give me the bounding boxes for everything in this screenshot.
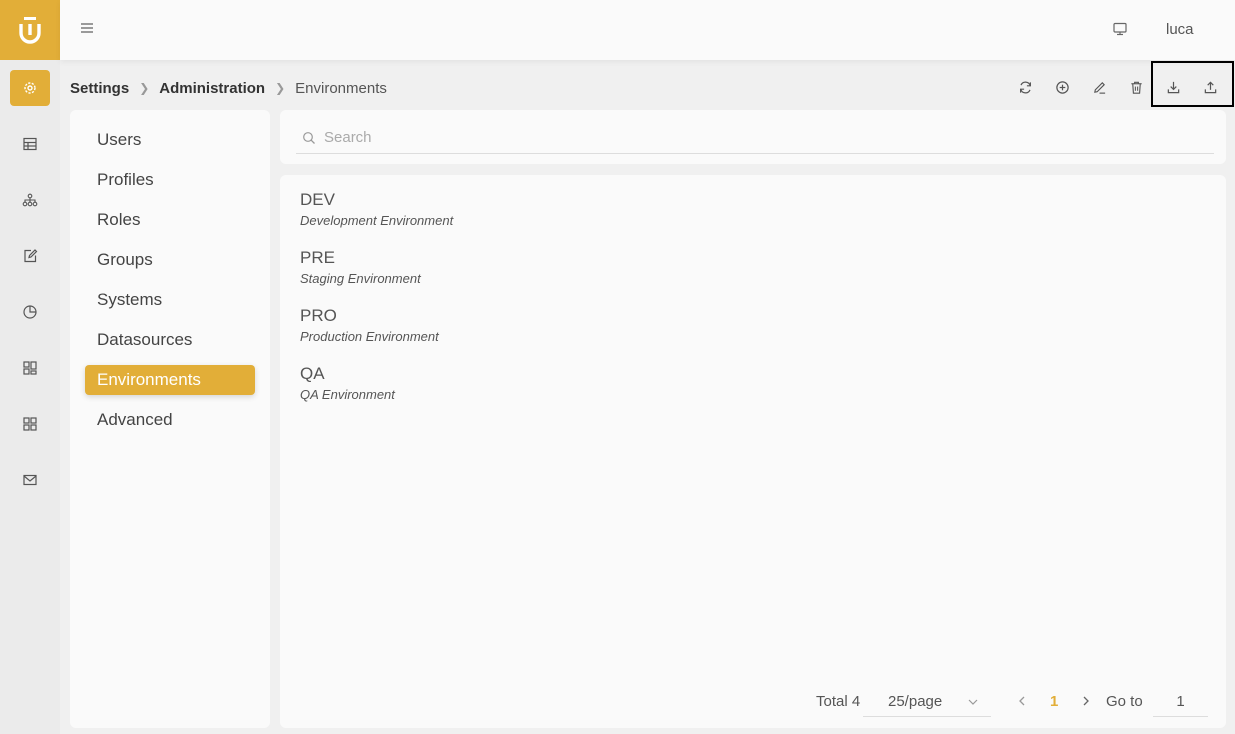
chevron-right-icon: ❯ bbox=[275, 81, 286, 95]
environments-list: DEV Development Environment PRE Staging … bbox=[280, 175, 1226, 728]
pagination: Total 4 25/page 1 Go to bbox=[280, 687, 1226, 717]
list-item[interactable]: QA QA Environment bbox=[300, 363, 700, 402]
list-item[interactable]: DEV Development Environment bbox=[300, 189, 700, 228]
environment-name: DEV bbox=[300, 190, 335, 209]
refresh-icon bbox=[1019, 81, 1031, 93]
monitor-icon[interactable] bbox=[1112, 21, 1128, 37]
app: luca Settings ❯ Administration ❯ Environ… bbox=[0, 0, 1235, 734]
menu-icon[interactable] bbox=[80, 21, 94, 35]
table-icon bbox=[23, 137, 37, 151]
delete-icon bbox=[1130, 81, 1142, 94]
chevron-right-icon[interactable] bbox=[1080, 695, 1092, 707]
settings-icon bbox=[24, 82, 36, 94]
edit-icon bbox=[24, 249, 38, 263]
rail-dashboards[interactable] bbox=[10, 350, 50, 386]
chevron-left-icon[interactable] bbox=[1016, 695, 1028, 707]
refresh-button[interactable] bbox=[1012, 74, 1038, 100]
edit-icon bbox=[1093, 81, 1105, 94]
page-number[interactable]: 1 bbox=[1050, 693, 1058, 710]
breadcrumb: Settings ❯ Administration ❯ Environments bbox=[70, 78, 387, 98]
nav-item-groups[interactable]: Groups bbox=[85, 245, 255, 275]
nav-item-environments[interactable]: Environments bbox=[85, 365, 255, 395]
page-size-value: 25/page bbox=[888, 693, 943, 710]
left-rail bbox=[0, 0, 60, 734]
dashboard-icon bbox=[23, 361, 37, 375]
goto-label: Go to bbox=[1106, 693, 1143, 710]
nav-item-advanced[interactable]: Advanced bbox=[85, 405, 255, 435]
rail-hierarchy[interactable] bbox=[10, 182, 50, 218]
search-card bbox=[280, 110, 1226, 164]
environment-name: QA bbox=[300, 364, 325, 383]
search-icon bbox=[303, 131, 315, 144]
mail-icon bbox=[23, 474, 37, 486]
total-count: Total 4 bbox=[816, 693, 861, 710]
rail-tables[interactable] bbox=[10, 126, 50, 162]
nav-item-users[interactable]: Users bbox=[85, 125, 255, 155]
breadcrumb-environments: Environments bbox=[295, 79, 387, 97]
environment-name: PRE bbox=[300, 248, 335, 267]
breadcrumb-settings[interactable]: Settings bbox=[70, 80, 129, 97]
goto-page-input[interactable] bbox=[1153, 687, 1208, 717]
rail-apps[interactable] bbox=[10, 406, 50, 442]
settings-nav: Users Profiles Roles Groups Systems Data… bbox=[70, 110, 270, 728]
environment-description: Production Environment bbox=[300, 329, 439, 344]
edit-button[interactable] bbox=[1086, 74, 1112, 100]
top-bar: luca bbox=[60, 0, 1235, 60]
search-input[interactable] bbox=[324, 129, 1204, 146]
list-item[interactable]: PRE Staging Environment bbox=[300, 247, 700, 286]
environment-name: PRO bbox=[300, 306, 337, 325]
rail-messages[interactable] bbox=[10, 462, 50, 498]
nav-item-profiles[interactable]: Profiles bbox=[85, 165, 255, 195]
rail-settings[interactable] bbox=[10, 70, 50, 106]
app-logo[interactable] bbox=[0, 0, 60, 60]
delete-button[interactable] bbox=[1123, 74, 1149, 100]
selection-highlight bbox=[1151, 61, 1234, 107]
chevron-down-icon bbox=[968, 699, 978, 705]
add-button[interactable] bbox=[1049, 74, 1075, 100]
nav-item-systems[interactable]: Systems bbox=[85, 285, 255, 315]
hierarchy-icon bbox=[22, 193, 38, 207]
list-item[interactable]: PRO Production Environment bbox=[300, 305, 700, 344]
environment-description: QA Environment bbox=[300, 387, 395, 402]
add-circle-icon bbox=[1055, 80, 1069, 94]
grid-icon bbox=[23, 417, 37, 431]
rail-editor[interactable] bbox=[10, 238, 50, 274]
breadcrumb-administration[interactable]: Administration bbox=[159, 80, 265, 97]
pie-chart-icon bbox=[23, 305, 37, 319]
environment-description: Development Environment bbox=[300, 213, 454, 228]
rail-analytics[interactable] bbox=[10, 294, 50, 330]
nav-item-datasources[interactable]: Datasources bbox=[85, 325, 255, 355]
logo-icon bbox=[19, 17, 41, 44]
user-menu[interactable]: luca bbox=[1166, 21, 1194, 38]
nav-item-roles[interactable]: Roles bbox=[85, 205, 255, 235]
search-field bbox=[296, 122, 1214, 154]
chevron-right-icon: ❯ bbox=[139, 81, 150, 95]
page-size-select[interactable]: 25/page bbox=[863, 687, 991, 717]
environment-description: Staging Environment bbox=[300, 271, 421, 286]
